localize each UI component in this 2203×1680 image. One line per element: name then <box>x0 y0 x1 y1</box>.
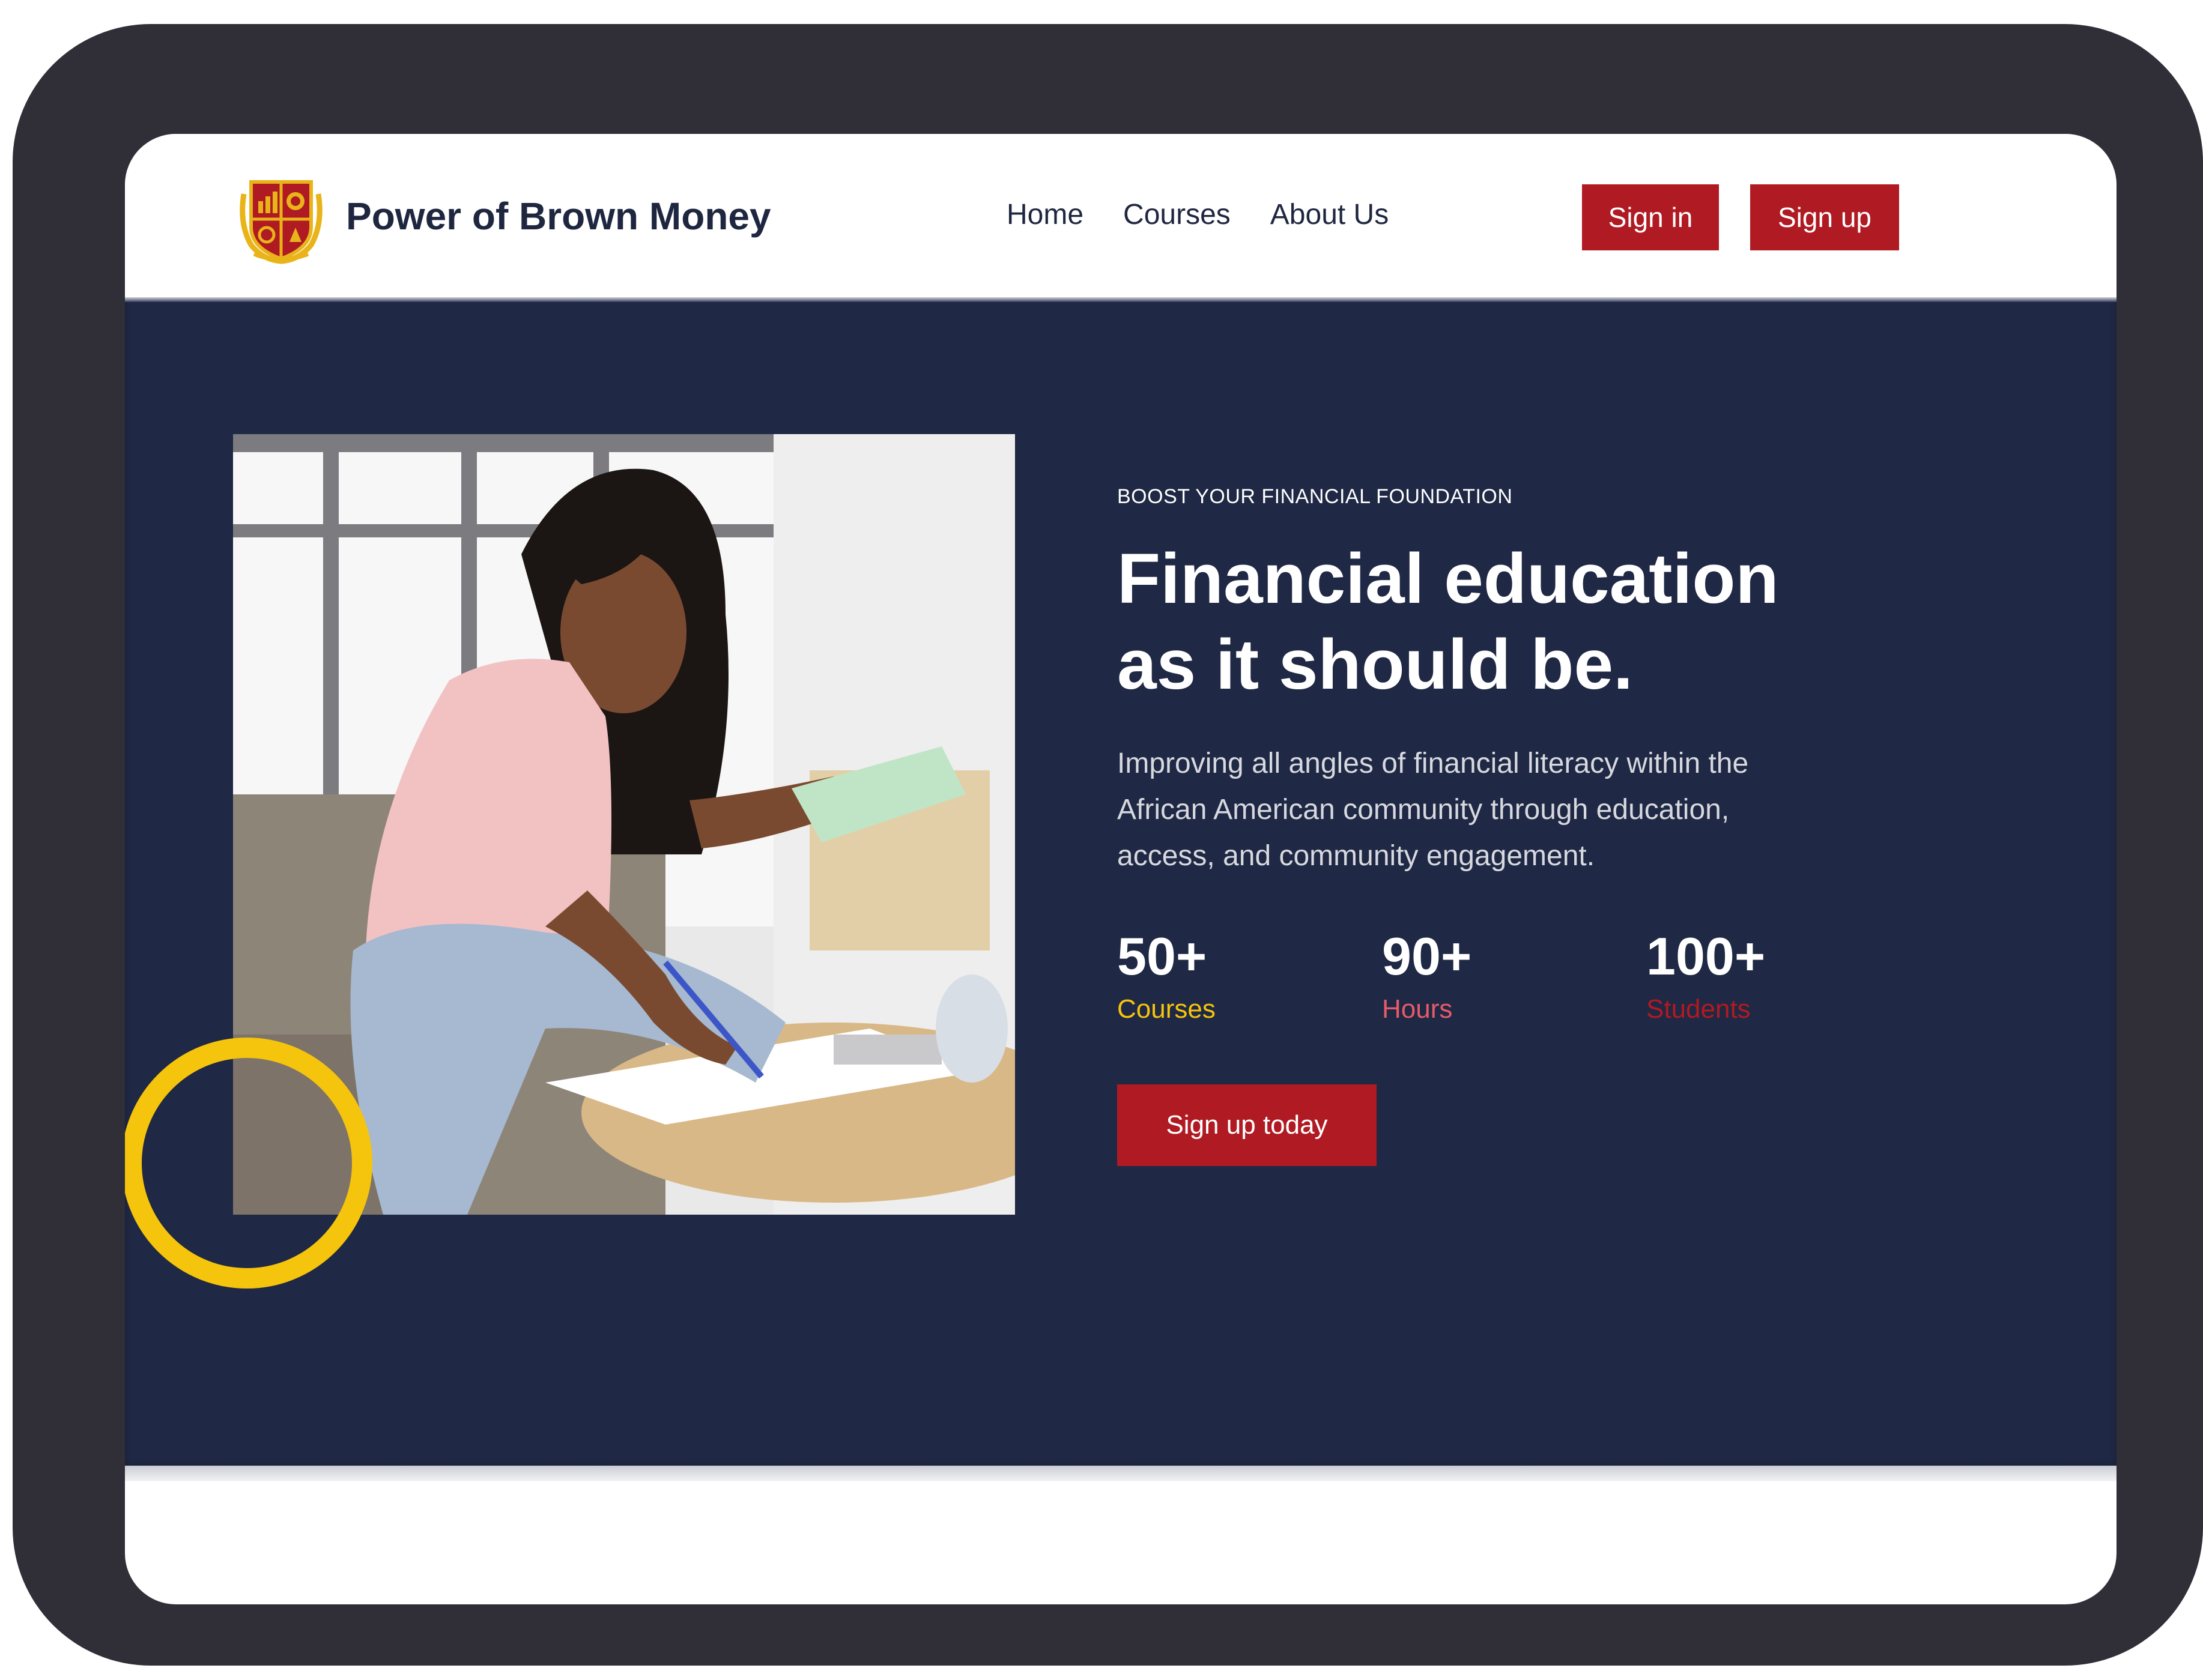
stat-students-value: 100+ <box>1646 926 1766 986</box>
stat-students: 100+ Students <box>1646 926 1765 1027</box>
tablet-frame: Power of Brown Money Home Courses About … <box>13 24 2203 1666</box>
hero-description-line-2: African American community through educa… <box>1117 794 1730 826</box>
hero-description-line-1: Improving all angles of financial litera… <box>1117 748 1749 779</box>
stat-hours-label: Hours <box>1382 994 1453 1024</box>
main-nav: Home Courses About Us <box>1007 198 1389 231</box>
hero-headline-line-1: Financial education <box>1117 539 1779 618</box>
stat-students-label: Students <box>1646 994 1751 1024</box>
hero-headline-line-2: as it should be. <box>1117 625 1633 704</box>
header-divider <box>125 297 2117 302</box>
hero-description: Improving all angles of financial litera… <box>1117 740 1898 879</box>
hero-description-line-3: access, and community engagement. <box>1117 840 1595 872</box>
stat-courses-label: Courses <box>1117 994 1216 1024</box>
hero-bottom-divider <box>125 1466 2117 1481</box>
site-header: Power of Brown Money Home Courses About … <box>125 134 2117 299</box>
stat-hours-value: 90+ <box>1382 926 1472 986</box>
nav-link-courses[interactable]: Courses <box>1123 198 1231 231</box>
stat-hours: 90+ Hours <box>1382 926 1471 1027</box>
crest-logo-icon[interactable] <box>233 170 329 266</box>
sign-in-button[interactable]: Sign in <box>1582 184 1719 250</box>
nav-link-home[interactable]: Home <box>1007 198 1083 231</box>
sign-up-button[interactable]: Sign up <box>1750 184 1899 250</box>
hero-eyebrow: BOOST YOUR FINANCIAL FOUNDATION <box>1117 485 1513 508</box>
sign-up-today-button[interactable]: Sign up today <box>1117 1084 1377 1166</box>
browser-viewport: Power of Brown Money Home Courses About … <box>125 134 2117 1604</box>
hero-headline: Financial education as it should be. <box>1117 536 1779 708</box>
stat-courses: 50+ Courses <box>1117 926 1216 1027</box>
brand-name[interactable]: Power of Brown Money <box>346 194 771 238</box>
stat-courses-value: 50+ <box>1117 926 1207 986</box>
nav-link-about-us[interactable]: About Us <box>1270 198 1389 231</box>
decorative-yellow-ring <box>125 1038 372 1289</box>
